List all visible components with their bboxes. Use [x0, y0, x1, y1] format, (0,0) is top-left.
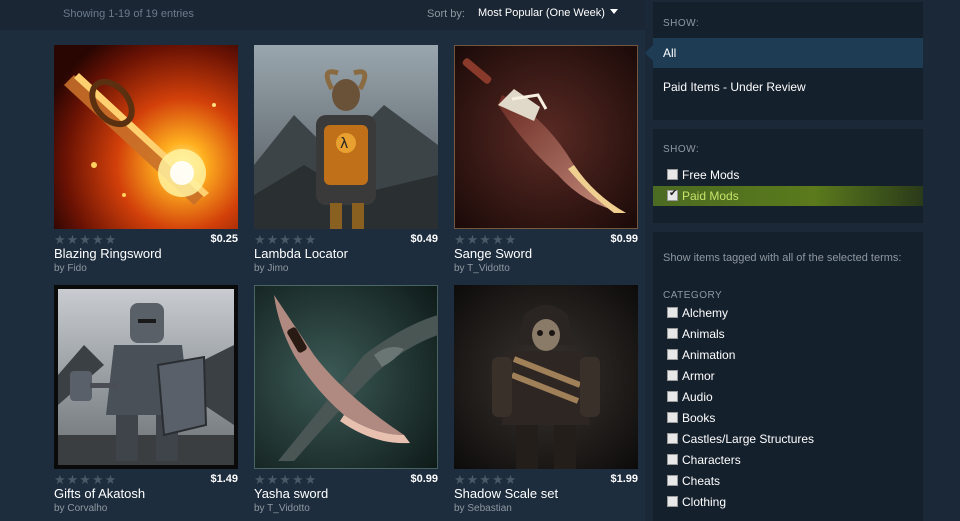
item-title[interactable]: Lambda Locator	[254, 246, 348, 261]
item-thumbnail[interactable]	[54, 45, 238, 229]
paid-mods-checkbox[interactable]: Paid Mods	[653, 186, 923, 206]
checkbox-label: Free Mods	[682, 168, 740, 182]
checkbox[interactable]	[667, 475, 678, 486]
item-title[interactable]: Sange Sword	[454, 246, 532, 261]
tag-checkbox-cheats[interactable]: Cheats	[653, 471, 923, 491]
author-link[interactable]: Jimo	[267, 263, 288, 274]
tag-checkbox-armor[interactable]: Armor	[653, 366, 923, 386]
item-title[interactable]: Shadow Scale set	[454, 486, 558, 501]
author-link[interactable]: Corvalho	[67, 503, 107, 514]
tag-checkbox-animals[interactable]: Animals	[653, 324, 923, 344]
tag-checkbox-audio[interactable]: Audio	[653, 387, 923, 407]
sort-by-label: Sort by:	[427, 8, 465, 20]
category-label: CATEGORY	[663, 290, 723, 301]
tag-checkbox-castles[interactable]: Castles/Large Structures	[653, 429, 923, 449]
item-title[interactable]: Yasha sword	[254, 486, 328, 501]
checkbox[interactable]	[667, 349, 678, 360]
tag-checkbox-books[interactable]: Books	[653, 408, 923, 428]
checkbox[interactable]	[667, 370, 678, 381]
chevron-down-icon	[609, 9, 618, 14]
svg-text:λ: λ	[340, 136, 348, 152]
show-label: SHOW:	[663, 144, 700, 155]
checkbox[interactable]	[667, 496, 678, 507]
item-author: by T_Vidotto	[254, 503, 310, 514]
item-author: by T_Vidotto	[454, 263, 510, 274]
sort-dropdown[interactable]: Most Popular (One Week)	[478, 7, 618, 19]
item-title[interactable]: Blazing Ringsword	[54, 246, 162, 261]
item-thumbnail[interactable]	[54, 285, 238, 469]
item-price: $1.49	[210, 473, 238, 485]
tag-checkbox-characters[interactable]: Characters	[653, 450, 923, 470]
results-toolbar: Showing 1-19 of 19 entries Sort by: Most…	[0, 0, 645, 30]
item-author: by Corvalho	[54, 503, 108, 514]
checkbox[interactable]	[667, 412, 678, 423]
item-title[interactable]: Gifts of Akatosh	[54, 486, 145, 501]
checkbox[interactable]	[667, 188, 678, 201]
show-filter-panel: SHOW: All Paid Items - Under Review	[645, 2, 923, 120]
checkbox-label: Animals	[682, 327, 725, 341]
checkbox[interactable]	[667, 307, 678, 318]
tag-filter-panel: Show items tagged with all of the select…	[653, 232, 923, 521]
checkbox[interactable]	[667, 433, 678, 444]
free-mods-checkbox[interactable]: Free Mods	[653, 165, 923, 185]
item-thumbnail[interactable]	[454, 285, 638, 469]
mod-type-filter-panel: SHOW: Free Mods Paid Mods	[653, 129, 923, 223]
item-author: by Fido	[54, 263, 87, 274]
checkbox[interactable]	[667, 454, 678, 465]
author-link[interactable]: T_Vidotto	[467, 263, 510, 274]
item-price: $1.99	[610, 473, 638, 485]
item-price: $0.25	[210, 233, 238, 245]
results-count: Showing 1-19 of 19 entries	[63, 8, 194, 20]
checkbox-label: Paid Mods	[682, 189, 739, 203]
filter-paid-under-review[interactable]: Paid Items - Under Review	[663, 80, 806, 94]
item-price: $0.49	[410, 233, 438, 245]
checkbox-label: Books	[682, 411, 716, 425]
checkbox-label: Alchemy	[682, 306, 729, 320]
item-thumbnail[interactable]	[454, 45, 638, 229]
checkbox-label: Animation	[682, 348, 736, 362]
item-author: by Jimo	[254, 263, 289, 274]
checkbox-label: Cheats	[682, 474, 721, 488]
checkbox-label: Audio	[682, 390, 713, 404]
checkbox[interactable]	[667, 169, 678, 180]
item-thumbnail[interactable]	[254, 285, 438, 469]
show-label: SHOW:	[663, 18, 700, 29]
workshop-browse-panel: Showing 1-19 of 19 entries Sort by: Most…	[0, 0, 645, 521]
sort-dropdown-value: Most Popular (One Week)	[478, 7, 605, 19]
tag-checkbox-clothing[interactable]: Clothing	[653, 492, 923, 512]
tag-checkbox-animation[interactable]: Animation	[653, 345, 923, 365]
checkbox-label: Armor	[682, 369, 715, 383]
item-price: $0.99	[410, 473, 438, 485]
checkbox-label: Castles/Large Structures	[682, 432, 815, 446]
checkbox[interactable]	[667, 328, 678, 339]
item-author: by Sebastian	[454, 503, 512, 514]
filter-all[interactable]: All	[645, 38, 923, 68]
filter-all-label: All	[663, 46, 677, 60]
item-price: $0.99	[610, 233, 638, 245]
tag-checkbox-alchemy[interactable]: Alchemy	[653, 303, 923, 323]
checkbox[interactable]	[667, 391, 678, 402]
author-link[interactable]: Sebastian	[467, 503, 511, 514]
checkbox-label: Clothing	[682, 495, 727, 509]
item-thumbnail[interactable]: λ	[254, 45, 438, 229]
author-link[interactable]: T_Vidotto	[267, 503, 310, 514]
checkbox-label: Characters	[682, 453, 741, 467]
tag-filter-description: Show items tagged with all of the select…	[663, 252, 902, 264]
author-link[interactable]: Fido	[67, 263, 86, 274]
